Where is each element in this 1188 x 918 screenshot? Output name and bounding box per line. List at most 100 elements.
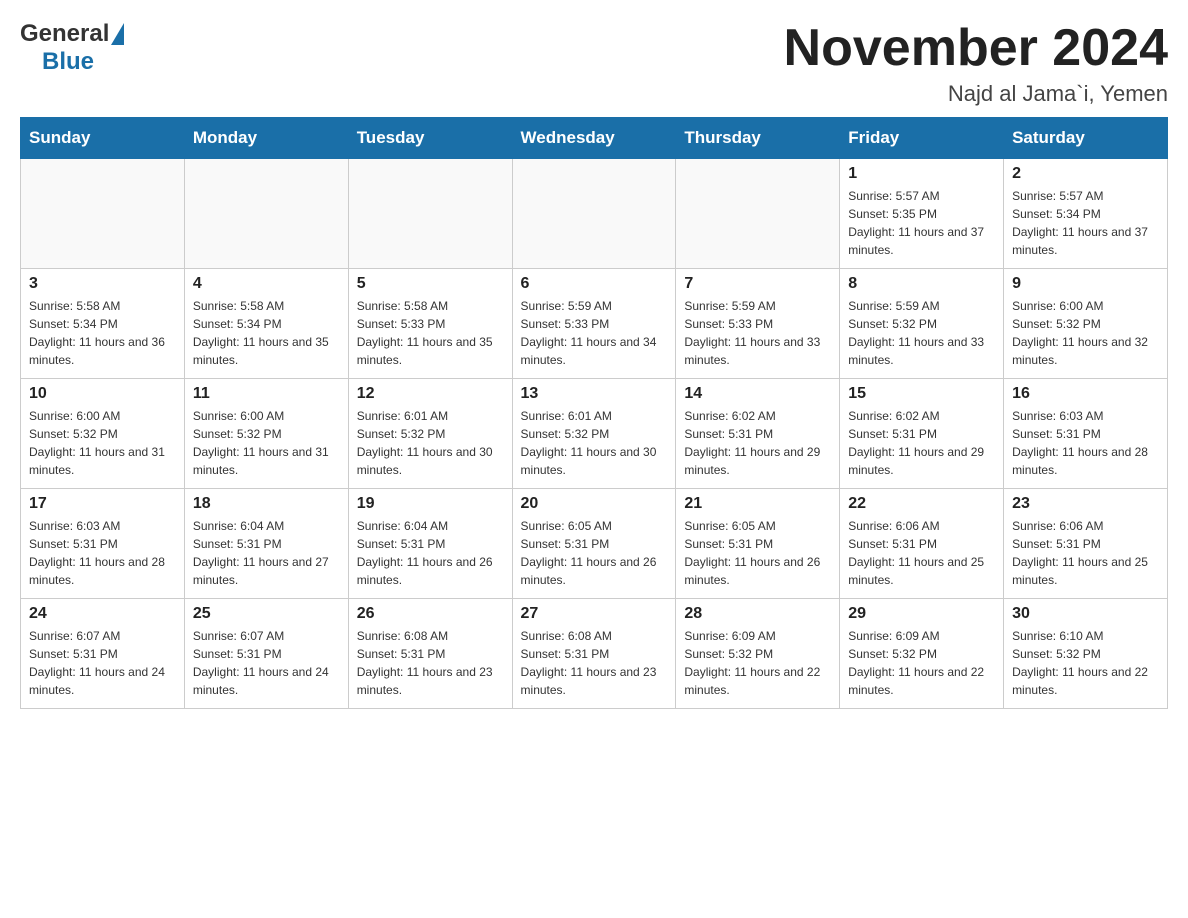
day-info: Sunrise: 6:10 AM Sunset: 5:32 PM Dayligh…: [1012, 627, 1159, 699]
table-row: 27 Sunrise: 6:08 AM Sunset: 5:31 PM Dayli…: [512, 599, 676, 709]
header-friday: Friday: [840, 118, 1004, 159]
day-info: Sunrise: 6:06 AM Sunset: 5:31 PM Dayligh…: [1012, 517, 1159, 589]
day-number: 8: [848, 275, 995, 293]
table-row: 6 Sunrise: 5:59 AM Sunset: 5:33 PM Daylig…: [512, 269, 676, 379]
day-info: Sunrise: 6:00 AM Sunset: 5:32 PM Dayligh…: [1012, 297, 1159, 369]
header-thursday: Thursday: [676, 118, 840, 159]
table-row: 26 Sunrise: 6:08 AM Sunset: 5:31 PM Dayli…: [348, 599, 512, 709]
day-number: 4: [193, 275, 340, 293]
logo: General Blue: [20, 20, 124, 76]
table-row: 22 Sunrise: 6:06 AM Sunset: 5:31 PM Dayli…: [840, 489, 1004, 599]
table-row: 12 Sunrise: 6:01 AM Sunset: 5:32 PM Dayli…: [348, 379, 512, 489]
day-number: 29: [848, 605, 995, 623]
header-monday: Monday: [184, 118, 348, 159]
day-info: Sunrise: 6:00 AM Sunset: 5:32 PM Dayligh…: [193, 407, 340, 479]
day-info: Sunrise: 5:58 AM Sunset: 5:34 PM Dayligh…: [29, 297, 176, 369]
table-row: 30 Sunrise: 6:10 AM Sunset: 5:32 PM Dayli…: [1004, 599, 1168, 709]
day-info: Sunrise: 6:02 AM Sunset: 5:31 PM Dayligh…: [684, 407, 831, 479]
table-row: 13 Sunrise: 6:01 AM Sunset: 5:32 PM Dayli…: [512, 379, 676, 489]
table-row: 23 Sunrise: 6:06 AM Sunset: 5:31 PM Dayli…: [1004, 489, 1168, 599]
table-row: 3 Sunrise: 5:58 AM Sunset: 5:34 PM Daylig…: [21, 269, 185, 379]
page-header: General Blue November 2024 Najd al Jama`…: [20, 20, 1168, 107]
calendar-title: November 2024: [784, 20, 1168, 77]
day-info: Sunrise: 6:08 AM Sunset: 5:31 PM Dayligh…: [521, 627, 668, 699]
table-row: 10Sunrise: 6:00 AM Sunset: 5:32 PM Dayli…: [21, 379, 185, 489]
day-number: 18: [193, 495, 340, 513]
day-info: Sunrise: 6:09 AM Sunset: 5:32 PM Dayligh…: [684, 627, 831, 699]
day-number: 5: [357, 275, 504, 293]
table-row: [676, 159, 840, 269]
header-saturday: Saturday: [1004, 118, 1168, 159]
day-number: 6: [521, 275, 668, 293]
table-row: 8 Sunrise: 5:59 AM Sunset: 5:32 PM Daylig…: [840, 269, 1004, 379]
day-info: Sunrise: 6:01 AM Sunset: 5:32 PM Dayligh…: [357, 407, 504, 479]
day-info: Sunrise: 6:06 AM Sunset: 5:31 PM Dayligh…: [848, 517, 995, 589]
day-info: Sunrise: 5:57 AM Sunset: 5:35 PM Dayligh…: [848, 187, 995, 259]
table-row: 15Sunrise: 6:02 AM Sunset: 5:31 PM Dayli…: [840, 379, 1004, 489]
day-number: 30: [1012, 605, 1159, 623]
day-info: Sunrise: 6:02 AM Sunset: 5:31 PM Dayligh…: [848, 407, 995, 479]
day-number: 26: [357, 605, 504, 623]
day-number: 7: [684, 275, 831, 293]
day-number: 13: [521, 385, 668, 403]
day-number: 2: [1012, 165, 1159, 183]
table-row: 14 Sunrise: 6:02 AM Sunset: 5:31 PM Dayli…: [676, 379, 840, 489]
day-number: 25: [193, 605, 340, 623]
day-info: Sunrise: 6:08 AM Sunset: 5:31 PM Dayligh…: [357, 627, 504, 699]
table-row: [184, 159, 348, 269]
day-info: Sunrise: 5:59 AM Sunset: 5:32 PM Dayligh…: [848, 297, 995, 369]
day-number: 12: [357, 385, 504, 403]
day-number: 22: [848, 495, 995, 513]
table-row: [348, 159, 512, 269]
day-number: 24: [29, 605, 176, 623]
table-row: [21, 159, 185, 269]
day-info: Sunrise: 5:57 AM Sunset: 5:34 PM Dayligh…: [1012, 187, 1159, 259]
day-info: Sunrise: 5:59 AM Sunset: 5:33 PM Dayligh…: [521, 297, 668, 369]
calendar-row-0: 1Sunrise: 5:57 AM Sunset: 5:35 PM Daylig…: [21, 159, 1168, 269]
location-subtitle: Najd al Jama`i, Yemen: [784, 81, 1168, 107]
day-number: 14: [684, 385, 831, 403]
day-number: 3: [29, 275, 176, 293]
table-row: 4 Sunrise: 5:58 AM Sunset: 5:34 PM Daylig…: [184, 269, 348, 379]
table-row: 7 Sunrise: 5:59 AM Sunset: 5:33 PM Daylig…: [676, 269, 840, 379]
calendar-row-3: 17 Sunrise: 6:03 AM Sunset: 5:31 PM Dayli…: [21, 489, 1168, 599]
header-tuesday: Tuesday: [348, 118, 512, 159]
day-number: 27: [521, 605, 668, 623]
title-block: November 2024 Najd al Jama`i, Yemen: [784, 20, 1168, 107]
day-info: Sunrise: 5:59 AM Sunset: 5:33 PM Dayligh…: [684, 297, 831, 369]
logo-blue-text: Blue: [42, 48, 94, 76]
calendar-row-1: 3 Sunrise: 5:58 AM Sunset: 5:34 PM Daylig…: [21, 269, 1168, 379]
table-row: 25 Sunrise: 6:07 AM Sunset: 5:31 PM Dayli…: [184, 599, 348, 709]
calendar-table: Sunday Monday Tuesday Wednesday Thursday…: [20, 117, 1168, 709]
day-info: Sunrise: 5:58 AM Sunset: 5:34 PM Dayligh…: [193, 297, 340, 369]
day-info: Sunrise: 6:03 AM Sunset: 5:31 PM Dayligh…: [29, 517, 176, 589]
day-info: Sunrise: 6:05 AM Sunset: 5:31 PM Dayligh…: [684, 517, 831, 589]
header-wednesday: Wednesday: [512, 118, 676, 159]
table-row: 29 Sunrise: 6:09 AM Sunset: 5:32 PM Dayli…: [840, 599, 1004, 709]
day-number: 16: [1012, 385, 1159, 403]
day-info: Sunrise: 6:07 AM Sunset: 5:31 PM Dayligh…: [29, 627, 176, 699]
day-number: 23: [1012, 495, 1159, 513]
logo-general-text: General: [20, 20, 109, 48]
table-row: 18Sunrise: 6:04 AM Sunset: 5:31 PM Dayli…: [184, 489, 348, 599]
day-info: Sunrise: 6:01 AM Sunset: 5:32 PM Dayligh…: [521, 407, 668, 479]
table-row: 11Sunrise: 6:00 AM Sunset: 5:32 PM Dayli…: [184, 379, 348, 489]
day-info: Sunrise: 6:00 AM Sunset: 5:32 PM Dayligh…: [29, 407, 176, 479]
header-sunday: Sunday: [21, 118, 185, 159]
table-row: 17 Sunrise: 6:03 AM Sunset: 5:31 PM Dayli…: [21, 489, 185, 599]
day-info: Sunrise: 6:07 AM Sunset: 5:31 PM Dayligh…: [193, 627, 340, 699]
calendar-row-2: 10Sunrise: 6:00 AM Sunset: 5:32 PM Dayli…: [21, 379, 1168, 489]
table-row: 9Sunrise: 6:00 AM Sunset: 5:32 PM Daylig…: [1004, 269, 1168, 379]
day-info: Sunrise: 6:09 AM Sunset: 5:32 PM Dayligh…: [848, 627, 995, 699]
table-row: 24 Sunrise: 6:07 AM Sunset: 5:31 PM Dayli…: [21, 599, 185, 709]
calendar-row-4: 24 Sunrise: 6:07 AM Sunset: 5:31 PM Dayli…: [21, 599, 1168, 709]
day-info: Sunrise: 5:58 AM Sunset: 5:33 PM Dayligh…: [357, 297, 504, 369]
day-number: 20: [521, 495, 668, 513]
logo-triangle-icon: [111, 23, 124, 45]
table-row: 20Sunrise: 6:05 AM Sunset: 5:31 PM Dayli…: [512, 489, 676, 599]
day-number: 19: [357, 495, 504, 513]
table-row: 5 Sunrise: 5:58 AM Sunset: 5:33 PM Daylig…: [348, 269, 512, 379]
table-row: 28Sunrise: 6:09 AM Sunset: 5:32 PM Dayli…: [676, 599, 840, 709]
day-number: 17: [29, 495, 176, 513]
table-row: 19Sunrise: 6:04 AM Sunset: 5:31 PM Dayli…: [348, 489, 512, 599]
